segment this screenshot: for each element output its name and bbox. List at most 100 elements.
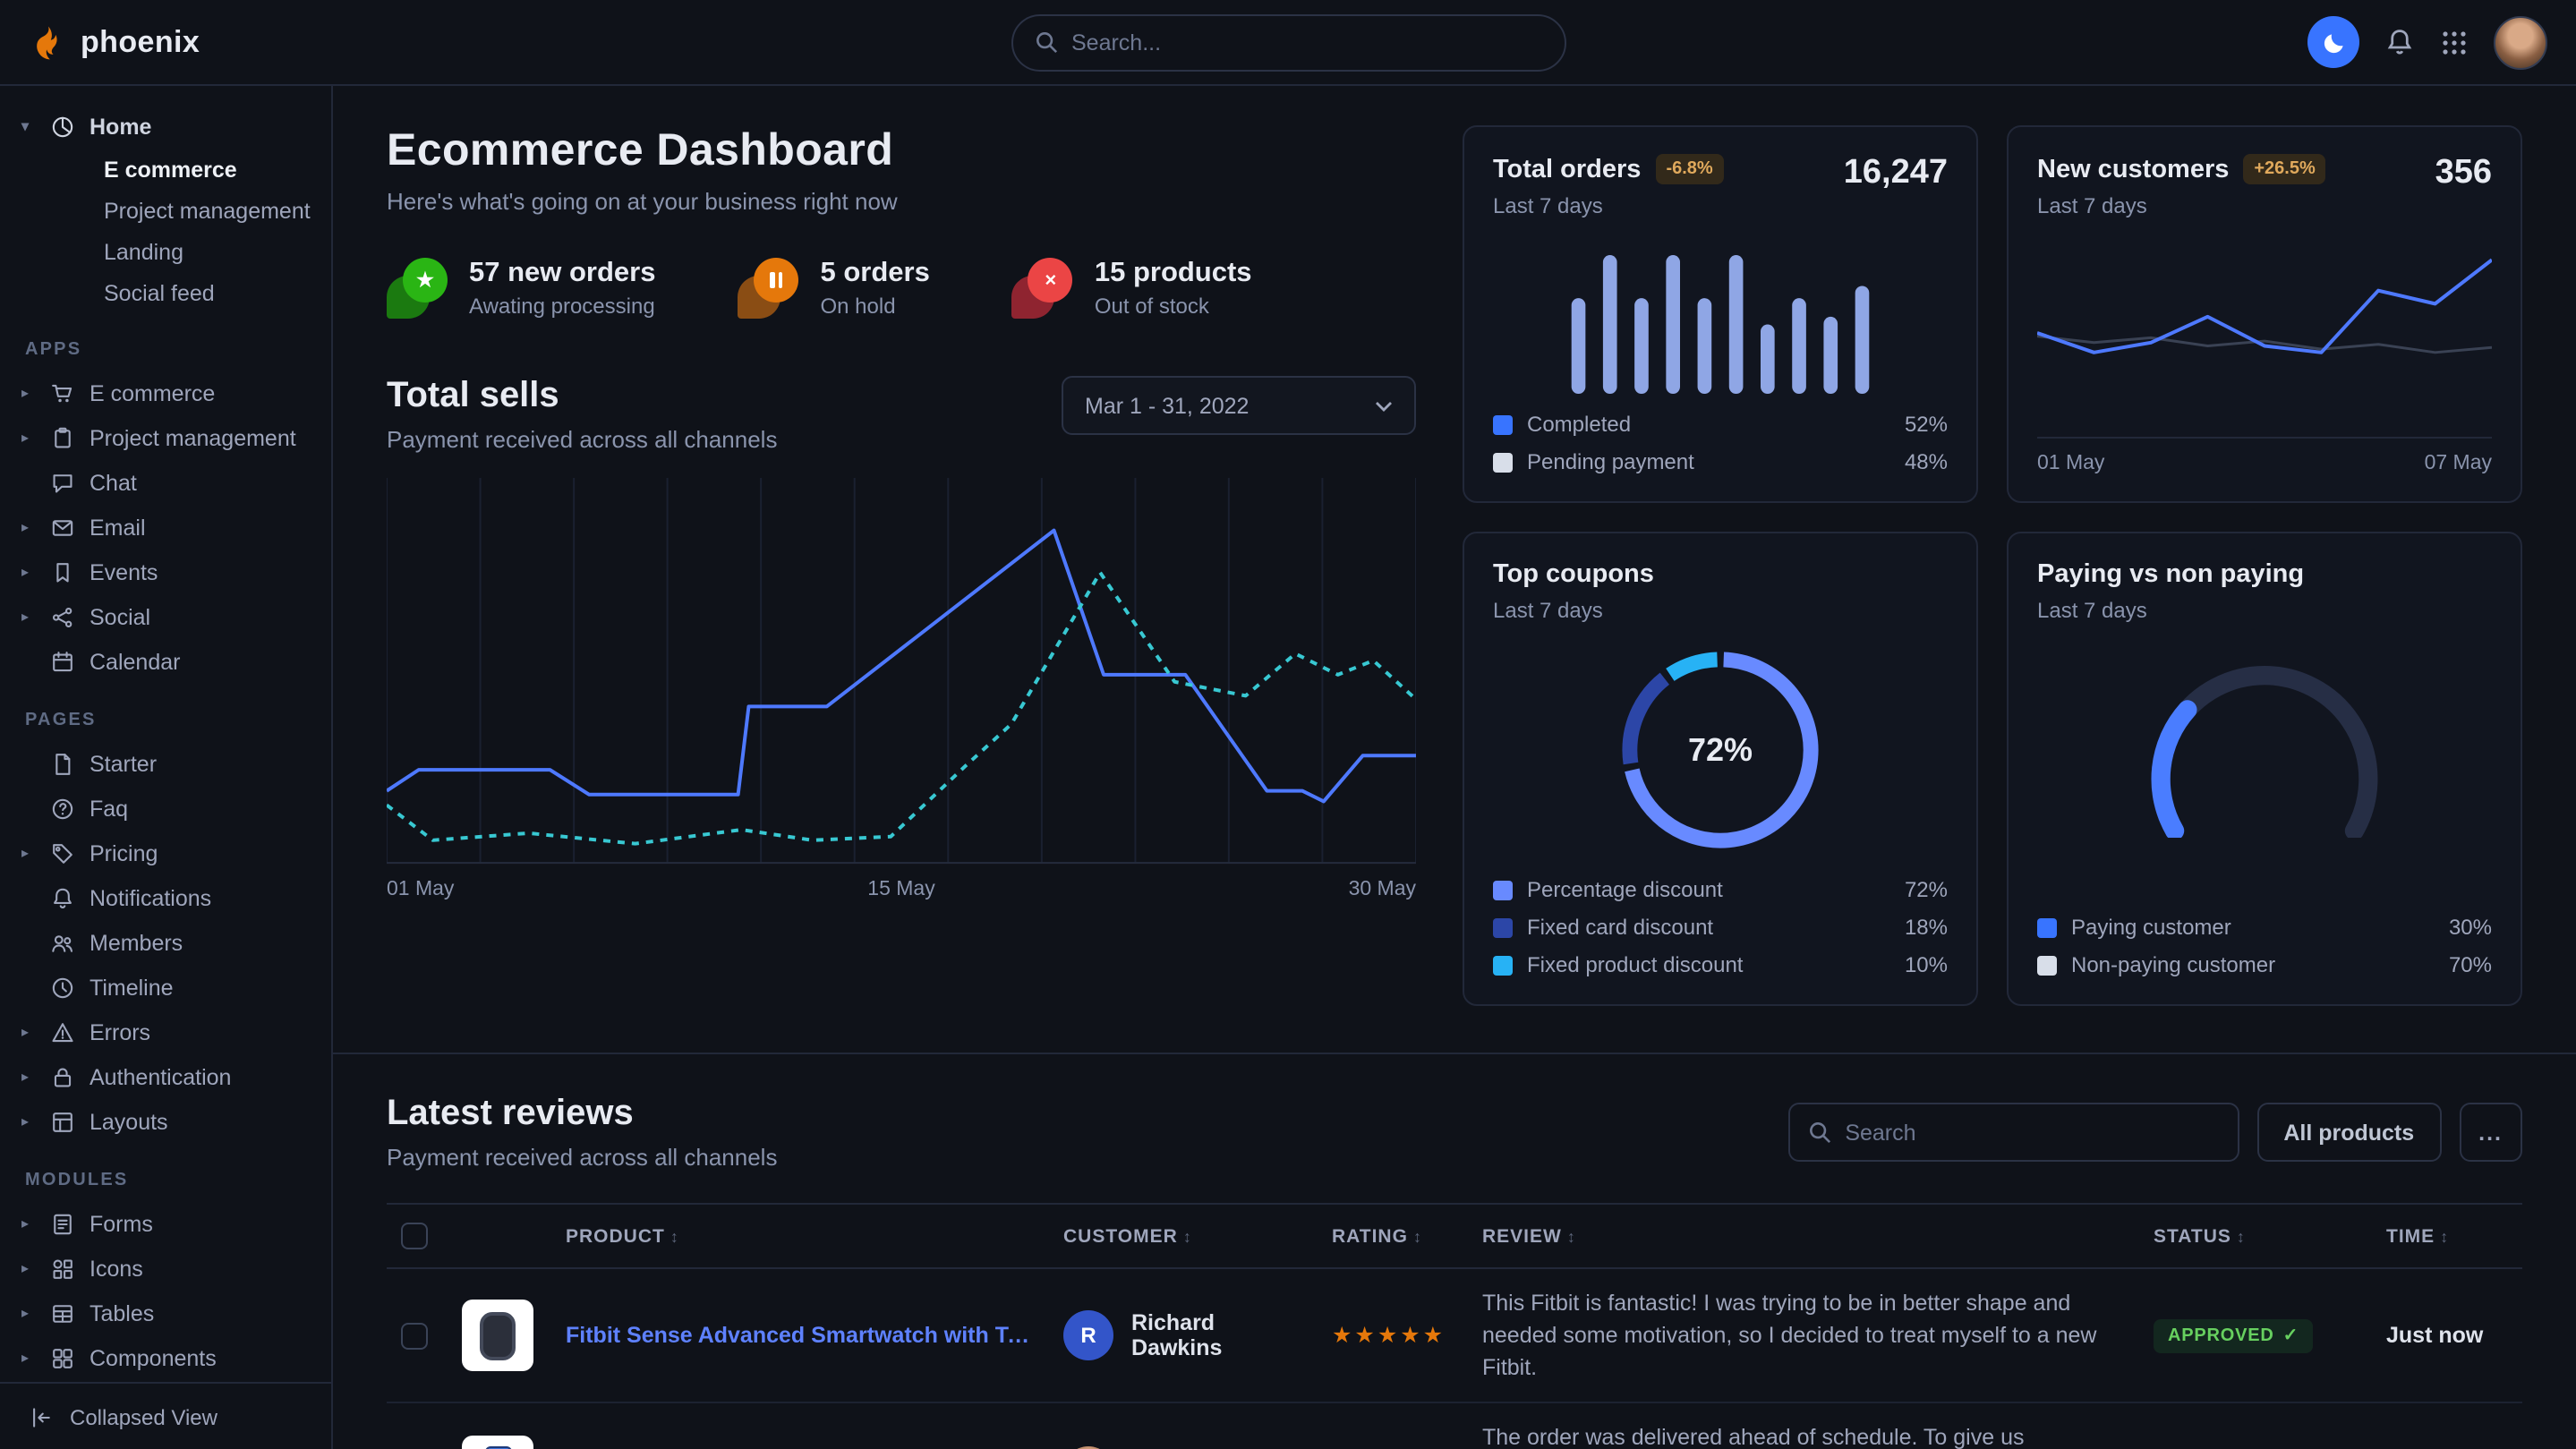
sidebar-item-components[interactable]: Components (21, 1335, 313, 1380)
customer-cell: R Richard Dawkins (1063, 1310, 1303, 1360)
global-search[interactable] (1011, 13, 1565, 71)
chevron-right-icon (21, 386, 36, 400)
product-link[interactable]: Fitbit Sense Advanced Smartwatch with To… (566, 1323, 1035, 1348)
sidebar-item-timeline[interactable]: Timeline (21, 965, 313, 1010)
out-of-stock-icon: × (1012, 258, 1073, 319)
sidebar-item-home[interactable]: Home (21, 104, 313, 149)
sidebar-item-errors[interactable]: Errors (21, 1010, 313, 1054)
sidebar-item-label: Home (90, 114, 151, 139)
theme-toggle-button[interactable] (2307, 16, 2359, 68)
sidebar-item-home-ecommerce[interactable]: E commerce (21, 149, 313, 190)
kpi-cards: Total orders -6.8% Last 7 days 16,247 (1463, 125, 2522, 1006)
check-icon: ✓ (2283, 1326, 2299, 1346)
star-icon: ★ (416, 268, 434, 292)
global-search-input[interactable] (1071, 30, 1542, 55)
collapse-view-toggle[interactable]: Collapsed View (0, 1382, 331, 1449)
topbar-actions (2307, 15, 2547, 69)
more-options-button[interactable]: ... (2459, 1103, 2522, 1162)
sidebar-item-pricing[interactable]: Pricing (21, 831, 313, 875)
new-customers-card: New customers +26.5% Last 7 days 356 01 … (2007, 125, 2522, 503)
sidebar-item-authentication[interactable]: Authentication (21, 1054, 313, 1099)
paying-gauge (2121, 637, 2408, 838)
sidebar-item-layouts[interactable]: Layouts (21, 1099, 313, 1144)
date-range-select[interactable]: Mar 1 - 31, 2022 (1062, 376, 1416, 435)
sidebar-item-label: Notifications (90, 885, 211, 910)
select-all-checkbox[interactable] (401, 1223, 428, 1249)
on-hold-icon (738, 258, 799, 319)
sidebar-item-calendar[interactable]: Calendar (21, 639, 313, 684)
sidebar-item-home-social-feed[interactable]: Social feed (21, 272, 313, 313)
sidebar-item-members[interactable]: Members (21, 920, 313, 965)
clipboard-icon (50, 425, 75, 450)
all-products-filter-button[interactable]: All products (2256, 1103, 2441, 1162)
customer-name: Richard Dawkins (1131, 1310, 1303, 1360)
card-title: New customers (2037, 155, 2229, 183)
total-sells-chart (387, 478, 1416, 865)
shell: Home E commerce Project management Landi… (0, 86, 2576, 1449)
page-subtitle: Here's what's going on at your business … (387, 188, 1416, 215)
sidebar-item-project-management-app[interactable]: Project management (21, 415, 313, 460)
card-title: Paying vs non paying (2037, 560, 2492, 589)
legend-item: Completed 52% (1493, 412, 1948, 437)
product-image-smartwatch[interactable] (462, 1300, 533, 1371)
column-header-rating[interactable]: RATING (1318, 1204, 1468, 1268)
sidebar-item-label: Forms (90, 1211, 153, 1236)
customer-cell: Ashley Garrett (1063, 1445, 1303, 1449)
brand[interactable]: phoenix (29, 22, 200, 62)
brand-name: phoenix (81, 24, 200, 60)
sidebar-item-faq[interactable]: Faq (21, 786, 313, 831)
sidebar-item-tables[interactable]: Tables (21, 1291, 313, 1335)
sidebar-item-home-project-management[interactable]: Project management (21, 190, 313, 231)
trend-badge: -6.8% (1655, 154, 1723, 184)
customer-avatar: R (1063, 1310, 1113, 1360)
sidebar: Home E commerce Project management Landi… (0, 86, 333, 1449)
column-header-product[interactable]: PRODUCT (551, 1204, 1049, 1268)
sidebar-item-ecommerce-app[interactable]: E commerce (21, 371, 313, 415)
envelope-icon (50, 515, 75, 540)
sort-icon (2237, 1227, 2246, 1245)
sidebar-item-chat[interactable]: Chat (21, 460, 313, 505)
sidebar-item-label: Icons (90, 1256, 143, 1281)
row-checkbox[interactable] (401, 1322, 428, 1349)
product-image-iphone[interactable] (462, 1435, 533, 1449)
topbar: phoenix (0, 0, 2576, 86)
donut-center-label: 72% (1615, 644, 1826, 856)
apps-grid-button[interactable] (2440, 28, 2469, 56)
sidebar-item-home-landing[interactable]: Landing (21, 231, 313, 272)
sidebar-item-forms[interactable]: Forms (21, 1201, 313, 1246)
user-avatar[interactable] (2494, 15, 2547, 69)
sidebar-item-notifications[interactable]: Notifications (21, 875, 313, 920)
reviews-search[interactable] (1787, 1103, 2239, 1162)
lock-icon (50, 1064, 75, 1089)
sidebar-item-events[interactable]: Events (21, 550, 313, 594)
sidebar-item-social[interactable]: Social (21, 594, 313, 639)
column-header-status[interactable]: STATUS (2139, 1204, 2372, 1268)
sidebar-section-pages: PAGES (25, 711, 313, 730)
sidebar-item-starter[interactable]: Starter (21, 741, 313, 786)
reviews-search-input[interactable] (1845, 1120, 2219, 1145)
notifications-button[interactable] (2384, 27, 2415, 57)
total-orders-value: 16,247 (1844, 154, 1948, 193)
customer-avatar (1063, 1445, 1113, 1449)
pie-chart-icon (50, 114, 75, 139)
sidebar-item-label: Project management (90, 425, 296, 450)
chevron-right-icon (21, 609, 36, 624)
legend-item: Paying customer 30% (2037, 915, 2492, 940)
column-header-customer[interactable]: CUSTOMER (1049, 1204, 1318, 1268)
sidebar-item-email[interactable]: Email (21, 505, 313, 550)
sidebar-item-icons[interactable]: Icons (21, 1246, 313, 1291)
table-icon (50, 1300, 75, 1325)
total-sells-header: Total sells Payment received across all … (387, 376, 1416, 453)
total-sells-chart-area: 01 May 15 May 30 May (387, 478, 1416, 900)
new-customers-value: 356 (2435, 154, 2492, 193)
stat-new-orders: ★ 57 new orders Awating processing (387, 258, 656, 319)
total-orders-card: Total orders -6.8% Last 7 days 16,247 (1463, 125, 1978, 503)
sidebar-item-label: Calendar (90, 649, 180, 674)
column-header-review[interactable]: REVIEW (1468, 1204, 2139, 1268)
total-sells-x-axis: 01 May 15 May 30 May (387, 879, 1416, 900)
reviews-title: Latest reviews (387, 1094, 777, 1135)
new-customers-line-chart (2037, 229, 2492, 422)
column-header-time[interactable]: TIME (2372, 1204, 2522, 1268)
new-customers-x-axis: 01 May 07 May (2037, 437, 2492, 474)
bell-icon (50, 885, 75, 910)
